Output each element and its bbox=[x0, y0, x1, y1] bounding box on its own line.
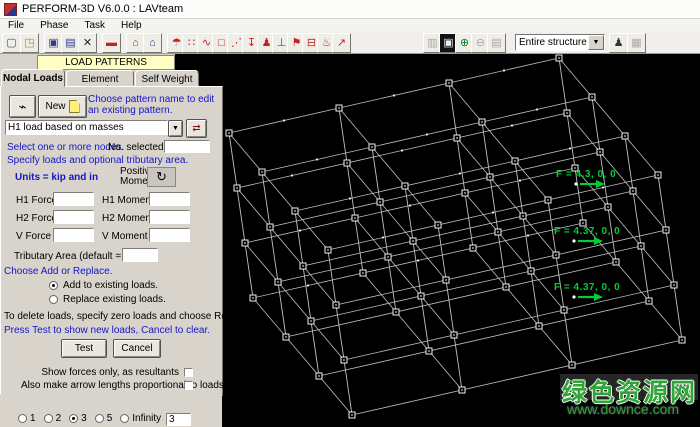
new-file-icon[interactable]: ▢ bbox=[2, 33, 21, 53]
nodal-loads-panel: ⌁ New Choose pattern name to edit an exi… bbox=[0, 86, 254, 396]
refresh-pattern-button[interactable]: ⇄ bbox=[186, 119, 207, 138]
force-annotation: F = 4.37, 0, 0 bbox=[554, 226, 621, 237]
frame-table-icon[interactable]: ▦ bbox=[627, 33, 646, 53]
new-pattern-button[interactable]: New bbox=[38, 95, 87, 118]
model-canvas[interactable]: 绿色资源网 www.downce.com F = 4.3, 0, 0F = 4.… bbox=[175, 54, 700, 427]
radio-replace-label[interactable]: Replace existing loads. bbox=[63, 294, 166, 305]
positive-moment-icon: ↻ bbox=[147, 167, 176, 187]
title-bar: PERFORM-3D V6.0.0 : LAVteam bbox=[0, 0, 700, 19]
option-label: 2 bbox=[55, 413, 62, 424]
radio-icon[interactable] bbox=[69, 414, 79, 423]
radio-add-label[interactable]: Add to existing loads. bbox=[63, 280, 158, 291]
show-forces-label: Show forces only, as resultants bbox=[41, 367, 179, 378]
force-annotation: F = 4.37, 0, 0 bbox=[554, 282, 621, 293]
h2-moment-field[interactable] bbox=[149, 210, 190, 224]
cancel-button[interactable]: Cancel bbox=[113, 339, 161, 358]
application-window: PERFORM-3D V6.0.0 : LAVteam File Phase T… bbox=[0, 0, 700, 427]
view-scope-value: Entire structure bbox=[519, 37, 587, 48]
building-3d-icon[interactable]: ⌂ bbox=[143, 33, 162, 53]
rotate-view-icon[interactable]: ♟ bbox=[609, 33, 628, 53]
load-patterns-header: LOAD PATTERNS bbox=[37, 55, 175, 70]
toolbar: Entire structure ▼ ▢ ◳ ▣ ▤ ✕ ▬ ⌂ ⌂ ☂ ∷ ∿ □ ⋰ ↧ ♟ ⊥ ⚑ ⊟ ♨ ↗ ▥… bbox=[0, 32, 700, 54]
v-force-label: V Force bbox=[16, 231, 52, 242]
option-label: Infinity bbox=[132, 413, 162, 424]
press-test-hint: Press Test to show new loads, Cancel to … bbox=[4, 325, 211, 336]
open-folder-icon[interactable]: ◳ bbox=[20, 33, 39, 53]
new-page-icon bbox=[68, 100, 80, 113]
chevron-down-icon[interactable]: ▼ bbox=[588, 35, 604, 50]
structure-wireframe bbox=[225, 54, 686, 419]
tributary-area-field[interactable] bbox=[122, 248, 158, 262]
menu-phase[interactable]: Phase bbox=[32, 19, 76, 32]
no-selected-label: No. selected = bbox=[108, 142, 173, 153]
option-label: 5 bbox=[106, 413, 113, 424]
radio-icon[interactable] bbox=[94, 414, 104, 423]
tab-element-loads[interactable]: Element Loads bbox=[66, 70, 134, 96]
add-replace-hint: Choose Add or Replace. bbox=[4, 266, 113, 277]
view-distance-bar: Distance to view point (multiple of max.… bbox=[0, 394, 222, 427]
h1-force-field[interactable] bbox=[53, 192, 94, 206]
watermark-url: www.downce.com bbox=[567, 401, 680, 417]
radio-icon[interactable] bbox=[120, 414, 130, 423]
new-pattern-label: New bbox=[45, 101, 66, 112]
force-annotation: F = 4.3, 0, 0 bbox=[556, 169, 617, 180]
arrow-lengths-label: Also make arrow lengths proportional to … bbox=[21, 380, 224, 391]
v-moment-field[interactable] bbox=[149, 228, 190, 242]
menu-help[interactable]: Help bbox=[113, 19, 150, 32]
view-distance-option-5[interactable]: 5 bbox=[94, 413, 113, 424]
radio-icon[interactable] bbox=[18, 414, 27, 423]
resize-icon[interactable]: ↗ bbox=[332, 33, 351, 53]
pattern-dropdown-arrow[interactable]: ▼ bbox=[168, 120, 183, 137]
select-nodes-hint: Select one or more nodes. bbox=[7, 142, 125, 153]
view-distance-option-2[interactable]: 2 bbox=[43, 413, 62, 424]
h2-moment-label: H2 Moment bbox=[102, 213, 154, 224]
v-moment-label: V Moment bbox=[102, 231, 148, 242]
zoom-reset-icon[interactable]: ▤ bbox=[487, 33, 506, 53]
option-label: 3 bbox=[81, 413, 87, 424]
menu-bar: File Phase Task Help bbox=[0, 19, 700, 32]
h1-moment-label: H1 Moment bbox=[102, 195, 154, 206]
menu-file[interactable]: File bbox=[0, 19, 32, 32]
positive-moment-label: Positive Moment bbox=[120, 166, 157, 187]
view-distance-field[interactable] bbox=[166, 413, 191, 426]
edit-tool-button[interactable]: ⌁ bbox=[9, 95, 36, 118]
tab-self-weight[interactable]: Self Weight bbox=[135, 70, 199, 86]
h1-moment-field[interactable] bbox=[149, 192, 190, 206]
radio-icon[interactable] bbox=[43, 414, 53, 423]
view-scope-dropdown[interactable]: Entire structure ▼ bbox=[515, 34, 605, 51]
force-arrow-icon bbox=[572, 237, 603, 245]
window-title: PERFORM-3D V6.0.0 : LAVteam bbox=[22, 3, 184, 15]
pattern-name-value[interactable]: H1 load based on masses bbox=[5, 120, 168, 135]
view-distance-option-3[interactable]: 3 bbox=[69, 413, 87, 424]
units-label: Units = kip and in bbox=[15, 172, 99, 183]
v-force-field[interactable] bbox=[53, 228, 94, 242]
specify-loads-hint: Specify loads and optional tributary are… bbox=[7, 155, 189, 166]
show-forces-checkbox[interactable] bbox=[184, 368, 193, 377]
h2-force-field[interactable] bbox=[53, 210, 94, 224]
delete-tool-icon[interactable]: ✕ bbox=[78, 33, 97, 53]
delete-loads-hint: To delete loads, specify zero loads and … bbox=[4, 311, 254, 322]
app-icon bbox=[4, 2, 17, 16]
banner-icon[interactable]: ▬ bbox=[102, 33, 121, 53]
arrow-lengths-checkbox[interactable] bbox=[184, 381, 193, 390]
radio-add-loads[interactable] bbox=[49, 281, 58, 290]
test-button[interactable]: Test bbox=[61, 339, 107, 358]
tab-nodal-loads[interactable]: Nodal Loads bbox=[1, 69, 65, 87]
h2-force-label: H2 Force bbox=[16, 213, 58, 224]
menu-task[interactable]: Task bbox=[76, 19, 113, 32]
force-arrow-icon bbox=[572, 293, 603, 301]
view-distance-option-infinity[interactable]: Infinity bbox=[120, 413, 161, 424]
no-selected-field[interactable] bbox=[164, 140, 210, 153]
option-label: 1 bbox=[30, 413, 36, 424]
choose-pattern-hint: Choose pattern name to edit an existing … bbox=[88, 94, 215, 116]
force-arrow-icon bbox=[574, 180, 605, 188]
view-distance-option-1[interactable]: 1 bbox=[18, 413, 36, 424]
radio-replace-loads[interactable] bbox=[49, 295, 58, 304]
h1-force-label: H1 Force bbox=[16, 195, 58, 206]
